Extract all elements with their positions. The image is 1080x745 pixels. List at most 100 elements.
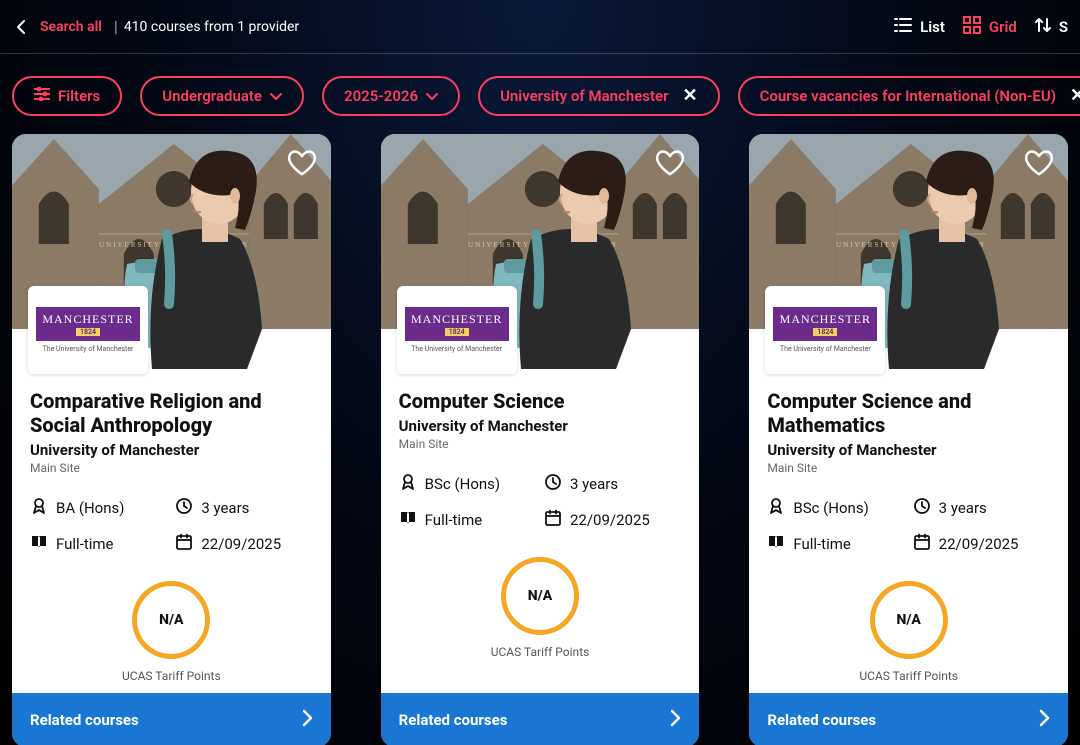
favorite-button[interactable]: [655, 148, 685, 178]
award-icon: [767, 497, 785, 519]
filter-year-label: 2025-2026: [344, 87, 418, 105]
card-hero-image: UNIVERSITY OF MANCHESTER MANCHESTER 1824: [749, 134, 1068, 329]
related-courses-button[interactable]: Related courses: [381, 693, 700, 745]
separator: |: [114, 17, 118, 36]
grid-view-toggle[interactable]: Grid: [963, 16, 1017, 38]
clock-icon: [544, 473, 562, 495]
book-icon: [30, 533, 48, 555]
book-icon: [399, 509, 417, 531]
course-university: University of Manchester: [30, 441, 313, 459]
card-hero-image: UNIVERSITY OF MANCHESTER MANCHESTER 1824: [381, 134, 700, 329]
logo-subtext: The University of Manchester: [411, 345, 502, 353]
course-university: University of Manchester: [767, 441, 1050, 459]
related-courses-button[interactable]: Related courses: [12, 693, 331, 745]
course-title[interactable]: Computer Science: [399, 389, 682, 413]
calendar-icon: [913, 533, 931, 555]
university-logo[interactable]: MANCHESTER 1824 The University of Manche…: [765, 286, 885, 374]
course-site: Main Site: [767, 461, 1050, 475]
list-view-label: List: [920, 18, 945, 36]
grid-view-label: Grid: [989, 18, 1017, 36]
clock-icon: [175, 497, 193, 519]
grid-icon: [963, 16, 981, 38]
ucas-points-label: UCAS Tariff Points: [122, 669, 221, 683]
card-body: Computer Science and Mathematics Univers…: [749, 329, 1068, 693]
related-courses-label: Related courses: [30, 711, 139, 729]
topbar: Search all | 410 courses from 1 provider…: [0, 0, 1080, 54]
logo-year: 1824: [813, 328, 837, 336]
filter-university[interactable]: University of Manchester ✕: [478, 76, 720, 116]
calendar-icon: [175, 533, 193, 555]
course-title[interactable]: Comparative Religion and Social Anthropo…: [30, 389, 313, 437]
list-view-toggle[interactable]: List: [894, 17, 945, 37]
mode-meta: Full-time: [30, 533, 167, 555]
card-body: Comparative Religion and Social Anthropo…: [12, 329, 331, 693]
search-all-link[interactable]: Search all: [40, 19, 102, 35]
course-site: Main Site: [399, 437, 682, 451]
result-count: 410 courses from 1 provider: [124, 19, 299, 35]
card-hero-image: UNIVERSITY OF MANCHESTER MANCHESTER 1824: [12, 134, 331, 329]
related-courses-label: Related courses: [399, 711, 508, 729]
course-title[interactable]: Computer Science and Mathematics: [767, 389, 1050, 437]
list-icon: [894, 17, 912, 37]
award-meta: BSc (Hons): [399, 473, 536, 495]
filter-level-label: Undergraduate: [162, 87, 262, 105]
chevron-right-icon: [669, 709, 681, 731]
chevron-down-icon: [270, 87, 282, 105]
logo-text: MANCHESTER: [42, 312, 133, 327]
course-card[interactable]: UNIVERSITY OF MANCHESTER MANCHESTER 1824: [381, 134, 700, 745]
course-card[interactable]: UNIVERSITY OF MANCHESTER MANCHESTER 1824: [749, 134, 1068, 745]
filters-row: Filters Undergraduate 2025-2026 Universi…: [0, 54, 1080, 134]
favorite-button[interactable]: [287, 148, 317, 178]
clock-icon: [913, 497, 931, 519]
ucas-points-label: UCAS Tariff Points: [859, 669, 958, 683]
chevron-down-icon: [426, 87, 438, 105]
course-university: University of Manchester: [399, 417, 682, 435]
chevron-right-icon: [301, 709, 313, 731]
mode-meta: Full-time: [767, 533, 904, 555]
logo-year: 1824: [445, 328, 469, 336]
university-logo[interactable]: MANCHESTER 1824 The University of Manche…: [397, 286, 517, 374]
favorite-button[interactable]: [1024, 148, 1054, 178]
related-courses-button[interactable]: Related courses: [749, 693, 1068, 745]
back-button[interactable]: [12, 18, 30, 36]
logo-text: MANCHESTER: [780, 312, 871, 327]
startdate-meta: 22/09/2025: [913, 533, 1050, 555]
filter-vacancies[interactable]: Course vacancies for International (Non-…: [738, 76, 1080, 116]
sort-label: S: [1059, 18, 1068, 36]
related-courses-label: Related courses: [767, 711, 876, 729]
filters-button[interactable]: Filters: [12, 76, 122, 116]
book-icon: [767, 533, 785, 555]
duration-meta: 3 years: [913, 497, 1050, 519]
ucas-points-circle: N/A: [870, 581, 948, 659]
close-icon[interactable]: ✕: [683, 87, 698, 105]
award-icon: [399, 473, 417, 495]
startdate-meta: 22/09/2025: [175, 533, 312, 555]
close-icon[interactable]: ✕: [1070, 87, 1080, 105]
logo-year: 1824: [76, 328, 100, 336]
filter-year[interactable]: 2025-2026: [322, 76, 460, 116]
logo-text: MANCHESTER: [411, 312, 502, 327]
chevron-right-icon: [1038, 709, 1050, 731]
mode-meta: Full-time: [399, 509, 536, 531]
duration-meta: 3 years: [544, 473, 681, 495]
university-logo[interactable]: MANCHESTER 1824 The University of Manche…: [28, 286, 148, 374]
logo-subtext: The University of Manchester: [780, 345, 871, 353]
results-grid: UNIVERSITY OF MANCHESTER MANCHESTER 1824: [0, 134, 1080, 745]
award-meta: BA (Hons): [30, 497, 167, 519]
course-site: Main Site: [30, 461, 313, 475]
course-card[interactable]: UNIVERSITY OF MANCHESTER MANCHESTER 1824: [12, 134, 331, 745]
logo-subtext: The University of Manchester: [43, 345, 134, 353]
filter-university-label: University of Manchester: [500, 87, 668, 105]
startdate-meta: 22/09/2025: [544, 509, 681, 531]
filter-level[interactable]: Undergraduate: [140, 76, 304, 116]
ucas-points-circle: N/A: [501, 557, 579, 635]
award-icon: [30, 497, 48, 519]
sort-icon: [1035, 17, 1051, 37]
filters-icon: [34, 87, 50, 105]
calendar-icon: [544, 509, 562, 531]
award-meta: BSc (Hons): [767, 497, 904, 519]
sort-button[interactable]: S: [1035, 17, 1068, 37]
ucas-points-label: UCAS Tariff Points: [491, 645, 590, 659]
filters-label: Filters: [58, 87, 100, 105]
ucas-points-circle: N/A: [132, 581, 210, 659]
